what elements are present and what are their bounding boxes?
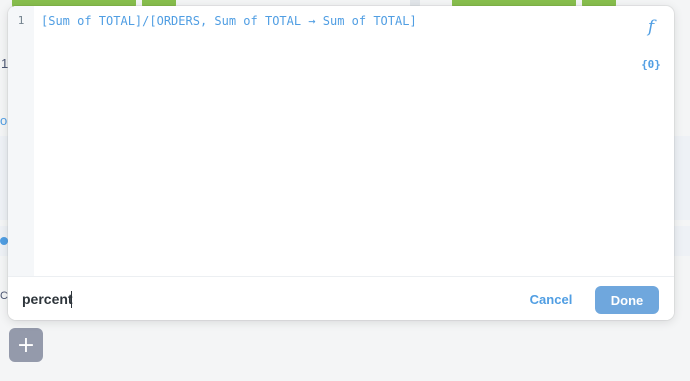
done-button[interactable]: Done [595,286,659,314]
plus-icon: + [16,332,36,358]
cancel-button[interactable]: Cancel [524,287,578,311]
line-number: 1 [17,14,25,27]
background-dot [0,237,8,245]
editor-footer: Cancel Done [8,276,674,320]
function-f-icon[interactable]: f [640,16,662,38]
custom-column-editor: 1 [Sum of TOTAL]/[ORDERS, Sum of TOTAL →… [8,6,674,320]
text-caret [71,291,72,308]
function-glyph: f [647,17,655,37]
add-step-button[interactable]: + [9,328,43,362]
background-text-fragment: o [0,113,8,128]
expression-text: [Sum of TOTAL]/[ORDERS, Sum of TOTAL → S… [41,14,417,28]
line-number-gutter: 1 [8,6,34,276]
column-name-input[interactable] [22,287,322,311]
variable-glyph: {0} [641,57,661,71]
expression-editor[interactable]: [Sum of TOTAL]/[ORDERS, Sum of TOTAL → S… [34,6,632,276]
variable-braces-icon[interactable]: {0} [640,54,662,74]
